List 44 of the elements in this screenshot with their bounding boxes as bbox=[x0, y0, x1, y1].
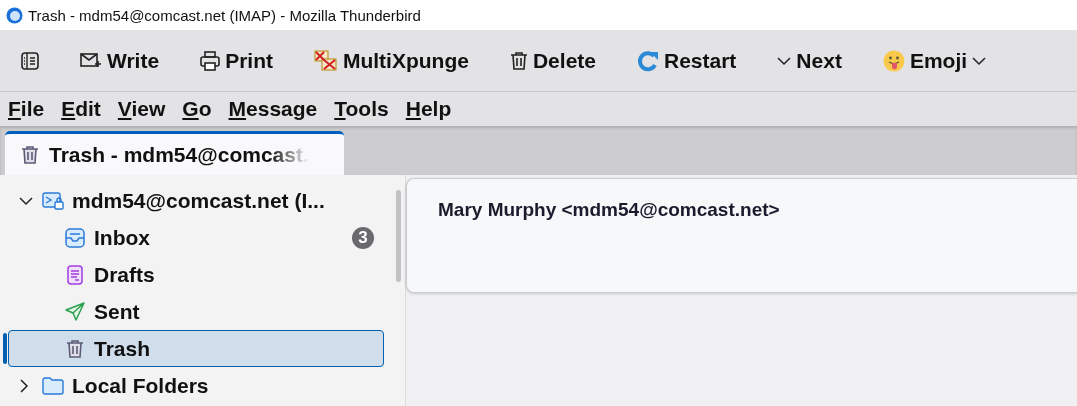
inbox-icon bbox=[65, 227, 85, 248]
toolbar-button[interactable]: Next bbox=[773, 42, 846, 79]
trash-icon bbox=[509, 50, 528, 71]
menu-item[interactable]: Help bbox=[401, 97, 456, 121]
tab[interactable]: Trash - mdm54@comcast. bbox=[5, 131, 344, 175]
chevron-down-icon bbox=[777, 55, 792, 66]
document-icon bbox=[67, 264, 83, 285]
menu-item[interactable]: Go bbox=[178, 97, 216, 121]
menu-item[interactable]: View bbox=[113, 97, 170, 121]
menu-item[interactable]: Message bbox=[224, 97, 322, 121]
toolbar-button[interactable]: Restart bbox=[633, 42, 741, 79]
refresh-icon bbox=[637, 49, 659, 72]
folder-item[interactable]: Inbox 3 bbox=[8, 219, 384, 256]
trash-icon bbox=[21, 144, 39, 165]
chevron-down-icon[interactable] bbox=[19, 195, 33, 206]
paper-plane-icon bbox=[65, 301, 85, 322]
mail-lock-icon bbox=[42, 191, 64, 210]
toolbar-button[interactable]: MultiXpunge bbox=[309, 42, 473, 79]
envelopes-cross-icon bbox=[313, 49, 338, 72]
toolbar-button[interactable]: Write bbox=[76, 42, 164, 79]
folder-item[interactable]: Drafts bbox=[8, 256, 384, 293]
window-title: Trash - mdm54@comcast.net (IMAP) - Mozilla Thunderbird bbox=[28, 6, 421, 24]
toolbar-button[interactable]: Print bbox=[196, 42, 277, 79]
chevron-down-icon bbox=[972, 55, 987, 66]
chevron-right-icon[interactable] bbox=[19, 378, 29, 393]
scrollbar-thumb[interactable] bbox=[396, 190, 401, 282]
emoji-icon bbox=[882, 49, 905, 72]
app-logo-icon bbox=[6, 6, 23, 24]
toolbar-button[interactable]: Emoji bbox=[878, 42, 991, 79]
folder-item[interactable]: Local Folders bbox=[8, 367, 384, 404]
unread-count-badge: 3 bbox=[352, 226, 374, 249]
envelope-pencil-icon bbox=[80, 51, 102, 70]
printer-icon bbox=[200, 50, 221, 71]
sidebar-icon bbox=[20, 50, 40, 71]
menu-item[interactable]: File bbox=[4, 97, 49, 121]
menu-item[interactable]: Edit bbox=[57, 97, 105, 121]
folder-item[interactable]: mdm54@comcast.net (I... bbox=[8, 182, 384, 219]
folder-icon bbox=[42, 376, 64, 395]
trash-icon bbox=[66, 338, 84, 359]
folder-item[interactable]: Sent bbox=[8, 293, 384, 330]
sender-address: Mary Murphy <mdm54@comcast.net> bbox=[438, 199, 780, 220]
toolbar-button[interactable]: Delete bbox=[505, 42, 600, 79]
menu-item[interactable]: Tools bbox=[330, 97, 393, 121]
selection-indicator bbox=[3, 333, 7, 364]
